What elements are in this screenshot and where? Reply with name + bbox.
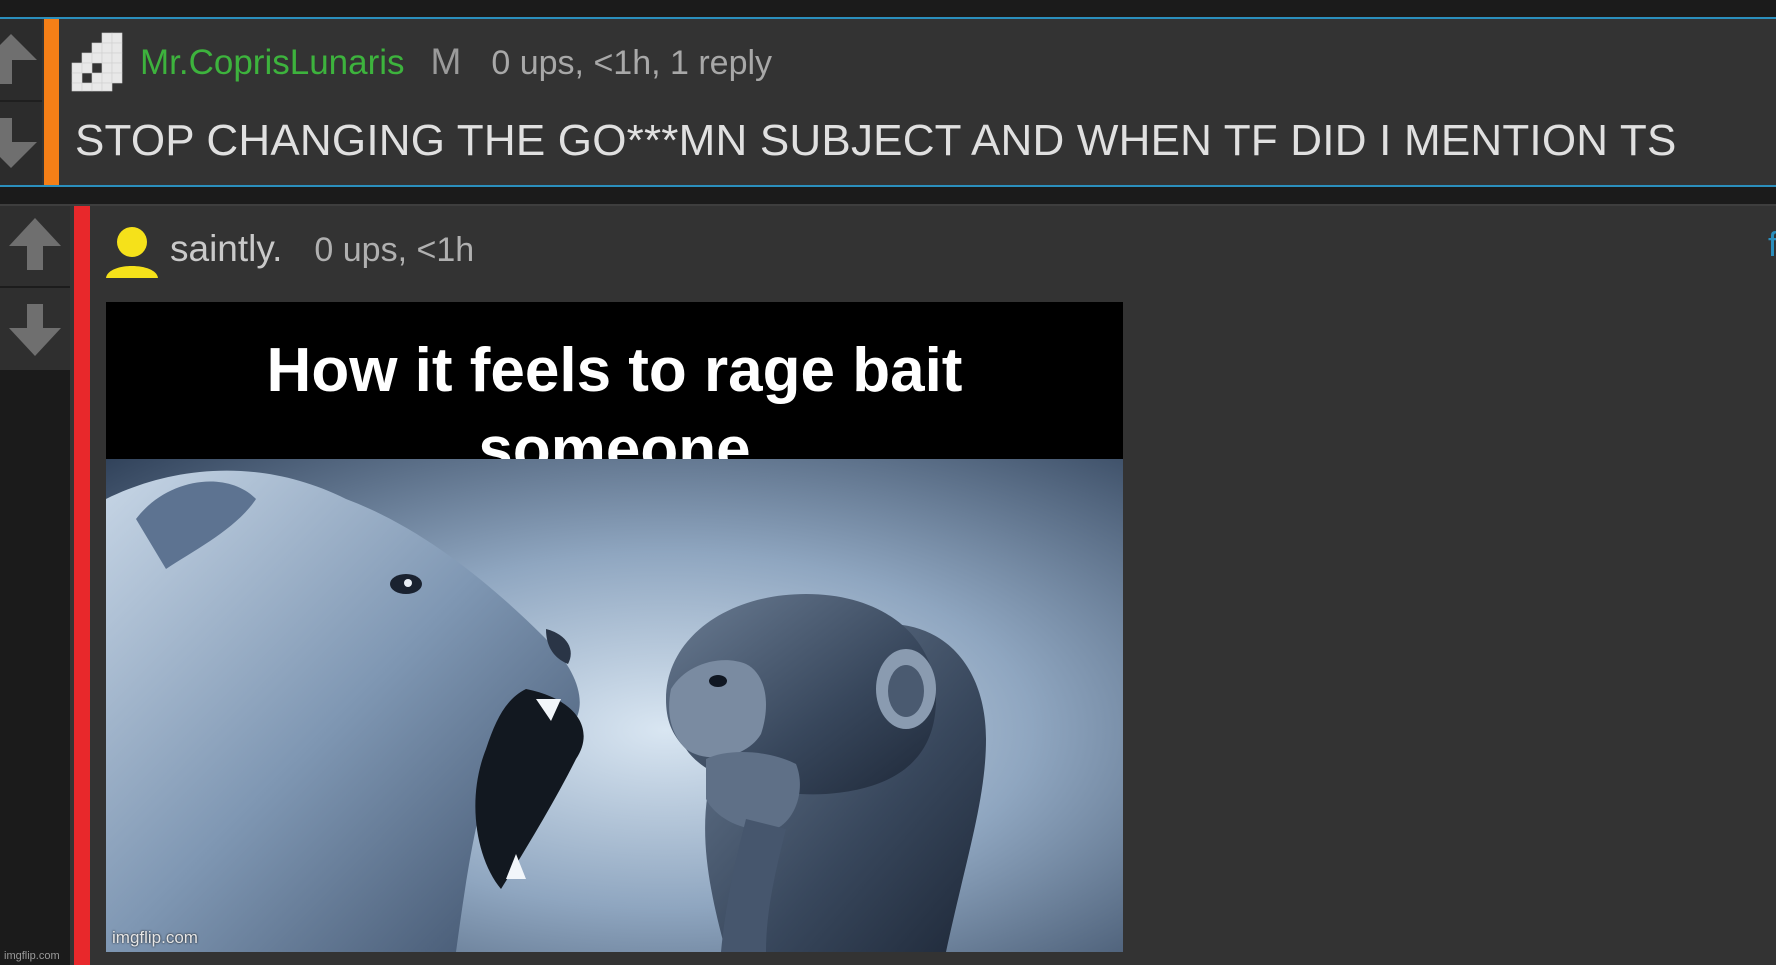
- username-link[interactable]: Mr.CoprisLunaris: [140, 43, 405, 83]
- pixel-blocks-avatar-icon[interactable]: [68, 31, 130, 93]
- vote-column: [0, 19, 42, 185]
- meme-caption-line-1: How it feels to rage bait: [266, 336, 963, 405]
- comment-depth-stripe: [74, 206, 90, 965]
- meme-image[interactable]: How it feels to rage bait someone imgfli…: [106, 302, 1123, 952]
- person-avatar-icon[interactable]: [104, 224, 160, 280]
- comments-page: Mr.CoprisLunaris M 0 ups, <1h, 1 reply S…: [0, 0, 1776, 965]
- reply-link[interactable]: f: [1768, 226, 1776, 265]
- up-arrow-icon: [9, 218, 61, 272]
- vote-column: [0, 206, 70, 965]
- comment-header: saintly. 0 ups, <1h: [170, 228, 474, 270]
- username-link[interactable]: saintly.: [170, 228, 282, 270]
- up-arrow-icon: [0, 33, 37, 86]
- comment-depth-stripe: [44, 19, 59, 185]
- page-watermark: imgflip.com: [4, 950, 60, 962]
- comment-mr-coprislunaris: Mr.CoprisLunaris M 0 ups, <1h, 1 reply S…: [0, 17, 1776, 187]
- downvote-button[interactable]: [0, 102, 42, 185]
- down-arrow-icon: [9, 304, 61, 358]
- lion-and-monkey-illustration: [106, 459, 1123, 952]
- comment-saintly: saintly. 0 ups, <1h f How it feels to ra…: [0, 204, 1776, 965]
- upvote-button[interactable]: [0, 206, 70, 288]
- mod-badge: M: [430, 41, 462, 82]
- upvote-button[interactable]: [0, 19, 42, 102]
- comment-header: Mr.CoprisLunaris M 0 ups, <1h, 1 reply: [140, 41, 772, 83]
- comment-meta: 0 ups, <1h: [314, 231, 475, 269]
- image-watermark: imgflip.com: [112, 928, 198, 947]
- comment-text: STOP CHANGING THE GO***MN SUBJECT AND WH…: [75, 116, 1677, 165]
- comment-meta: 0 ups, <1h, 1 reply: [491, 44, 773, 82]
- downvote-button[interactable]: [0, 288, 70, 370]
- down-arrow-icon: [0, 117, 37, 170]
